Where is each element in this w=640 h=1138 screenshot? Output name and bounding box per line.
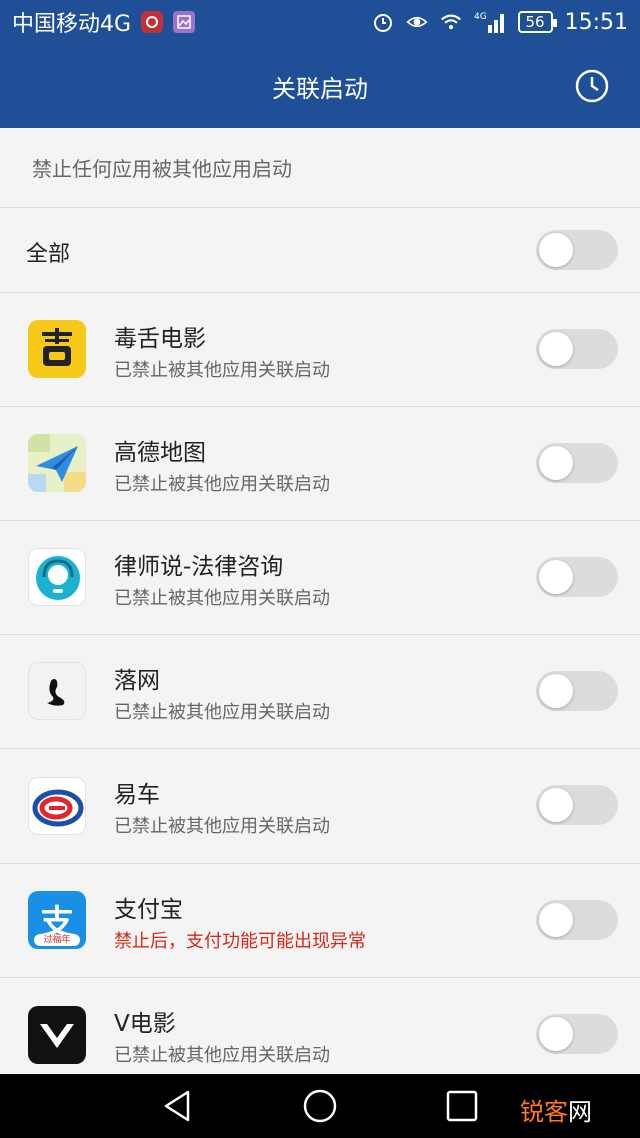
app-status: 已禁止被其他应用关联启动 [114, 816, 330, 837]
dushe-icon [28, 320, 86, 378]
app-row: 易车 已禁止被其他应用关联启动 [0, 749, 640, 864]
toggle-knob [539, 674, 573, 708]
app-name: V电影 [114, 1011, 176, 1037]
app-bar: 关联启动 [0, 44, 640, 128]
app-toggle[interactable] [536, 1014, 618, 1054]
lawyer-icon [28, 548, 86, 606]
battery-indicator: 56 [517, 11, 557, 33]
app-toggle[interactable] [536, 785, 618, 825]
vmovie-icon [28, 1006, 86, 1064]
app-toggle[interactable] [536, 671, 618, 711]
app-status: 已禁止被其他应用关联启动 [114, 360, 330, 381]
toggle-knob [539, 1017, 573, 1051]
all-label: 全部 [26, 242, 71, 267]
status-bar: 中国移动4G 4G 56 15:51 [0, 0, 640, 44]
signal-icon: 4G [474, 11, 506, 33]
back-button[interactable] [160, 1088, 196, 1124]
app-toggle[interactable] [536, 443, 618, 483]
toggle-knob [539, 233, 573, 267]
toggle-knob [539, 332, 573, 366]
app-row: 落网 已禁止被其他应用关联启动 [0, 635, 640, 749]
back-triangle-icon [164, 1090, 190, 1122]
netease-music-icon [141, 11, 164, 33]
all-apps-row: 全部 [0, 208, 640, 293]
app-name: 律师说-法律咨询 [114, 554, 284, 580]
carrier-label: 中国移动4G [12, 12, 132, 37]
festival-badge: 过福年 [34, 934, 80, 946]
toggle-knob [539, 446, 573, 480]
all-toggle[interactable] [536, 230, 618, 270]
recents-button[interactable] [444, 1088, 480, 1124]
toggle-knob [539, 788, 573, 822]
watermark-part2: 网 [568, 1098, 592, 1126]
yiche-icon [28, 777, 86, 835]
app-row: 毒舌电影 已禁止被其他应用关联启动 [0, 293, 640, 407]
page-title: 关联启动 [272, 74, 368, 103]
home-circle-icon [303, 1089, 337, 1123]
description-header: 禁止任何应用被其他应用启动 [0, 128, 640, 208]
app-name: 毒舌电影 [114, 326, 206, 352]
toggle-knob [539, 903, 573, 937]
app-name: 落网 [114, 668, 160, 694]
app-warning: 禁止后，支付功能可能出现异常 [114, 931, 366, 952]
amap-icon [28, 434, 86, 492]
app-row: 律师说-法律咨询 已禁止被其他应用关联启动 [0, 521, 640, 635]
clock: 15:51 [564, 9, 628, 35]
history-button[interactable] [574, 68, 610, 104]
app-name: 高德地图 [114, 440, 206, 466]
app-toggle[interactable] [536, 329, 618, 369]
app-status: 已禁止被其他应用关联启动 [114, 474, 330, 495]
clock-icon [575, 69, 609, 103]
watermark: 锐客网 [520, 1092, 592, 1127]
app-name: 易车 [114, 782, 160, 808]
app-status: 已禁止被其他应用关联启动 [114, 1045, 330, 1066]
gallery-icon [173, 11, 196, 33]
alarm-icon [372, 11, 394, 33]
wifi-icon [440, 11, 462, 33]
watermark-part1: 锐客 [520, 1098, 568, 1126]
app-row: 高德地图 已禁止被其他应用关联启动 [0, 407, 640, 521]
svg-text:4G: 4G [474, 12, 487, 22]
recents-square-icon [446, 1090, 478, 1122]
alipay-icon: 支 过福年 [28, 891, 86, 949]
description-text: 禁止任何应用被其他应用启动 [32, 157, 292, 181]
navigation-bar: 锐客网 [0, 1074, 640, 1138]
home-button[interactable] [302, 1088, 338, 1124]
app-status: 已禁止被其他应用关联启动 [114, 702, 330, 723]
app-toggle[interactable] [536, 557, 618, 597]
app-toggle[interactable] [536, 900, 618, 940]
luowang-icon [28, 662, 86, 720]
app-row: 支 过福年 支付宝 禁止后，支付功能可能出现异常 [0, 864, 640, 978]
toggle-knob [539, 560, 573, 594]
app-name: 支付宝 [114, 897, 183, 923]
eye-comfort-icon [405, 11, 428, 33]
app-status: 已禁止被其他应用关联启动 [114, 588, 330, 609]
